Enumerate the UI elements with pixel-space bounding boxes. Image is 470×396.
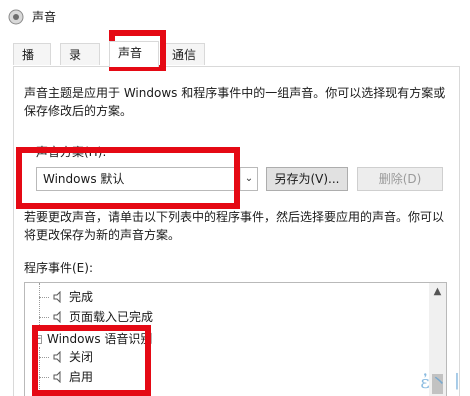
tree-connector	[39, 283, 40, 327]
tree-group[interactable]: Windows 语音识别	[47, 329, 152, 349]
sound-scheme-value: Windows 默认	[43, 172, 125, 186]
save-as-button[interactable]: 另存为(V)...	[266, 167, 348, 191]
scroll-up-icon[interactable]: ▲	[429, 285, 446, 299]
watermark: ἐ丶丨	[420, 372, 466, 393]
tab-communications[interactable]: 通信	[163, 43, 205, 65]
tree-connector	[39, 317, 49, 318]
program-events-label: 程序事件(E):	[24, 261, 93, 275]
sound-theme-description: 声音主题是应用于 Windows 和程序事件中的一组声音。你可以选择现有方案或保…	[24, 86, 446, 118]
window-title: 声音	[32, 10, 57, 24]
group-label: Windows 语音识别	[47, 332, 153, 346]
event-label: 页面载入已完成	[69, 310, 154, 324]
tab-playback[interactable]: 播放	[13, 43, 51, 84]
event-label: 关闭	[69, 350, 94, 364]
title-bar: 声音	[0, 0, 470, 34]
event-label: 启用	[69, 370, 94, 384]
speaker-icon	[53, 291, 61, 303]
tree-connector	[39, 297, 49, 298]
sound-scheme-label: 声音方案(H):	[36, 145, 107, 159]
tree-connector	[39, 347, 40, 396]
speaker-icon	[53, 351, 61, 363]
event-label: 完成	[69, 290, 94, 304]
speaker-icon	[8, 9, 24, 25]
change-sound-description: 若要更改声音，请单击以下列表中的程序事件，然后选择要应用的声音。你可以将更改保存…	[24, 210, 445, 242]
speaker-icon	[53, 371, 61, 383]
tree-connector	[39, 357, 49, 358]
speaker-icon	[53, 311, 61, 323]
collapse-toggle[interactable]: −	[33, 335, 42, 344]
chevron-down-icon[interactable]: ⌄	[240, 168, 257, 190]
delete-button[interactable]: 删除(D)	[357, 167, 443, 191]
sound-scheme-dropdown[interactable]: Windows 默认 ⌄	[36, 167, 258, 191]
program-events-list[interactable]: 完成 页面载入已完成 − Windows 语音识别 关闭 启用 ▲	[24, 282, 447, 396]
tab-recording[interactable]: 录制	[60, 43, 100, 84]
tab-sounds[interactable]: 声音	[109, 41, 159, 67]
tree-connector	[39, 377, 49, 378]
